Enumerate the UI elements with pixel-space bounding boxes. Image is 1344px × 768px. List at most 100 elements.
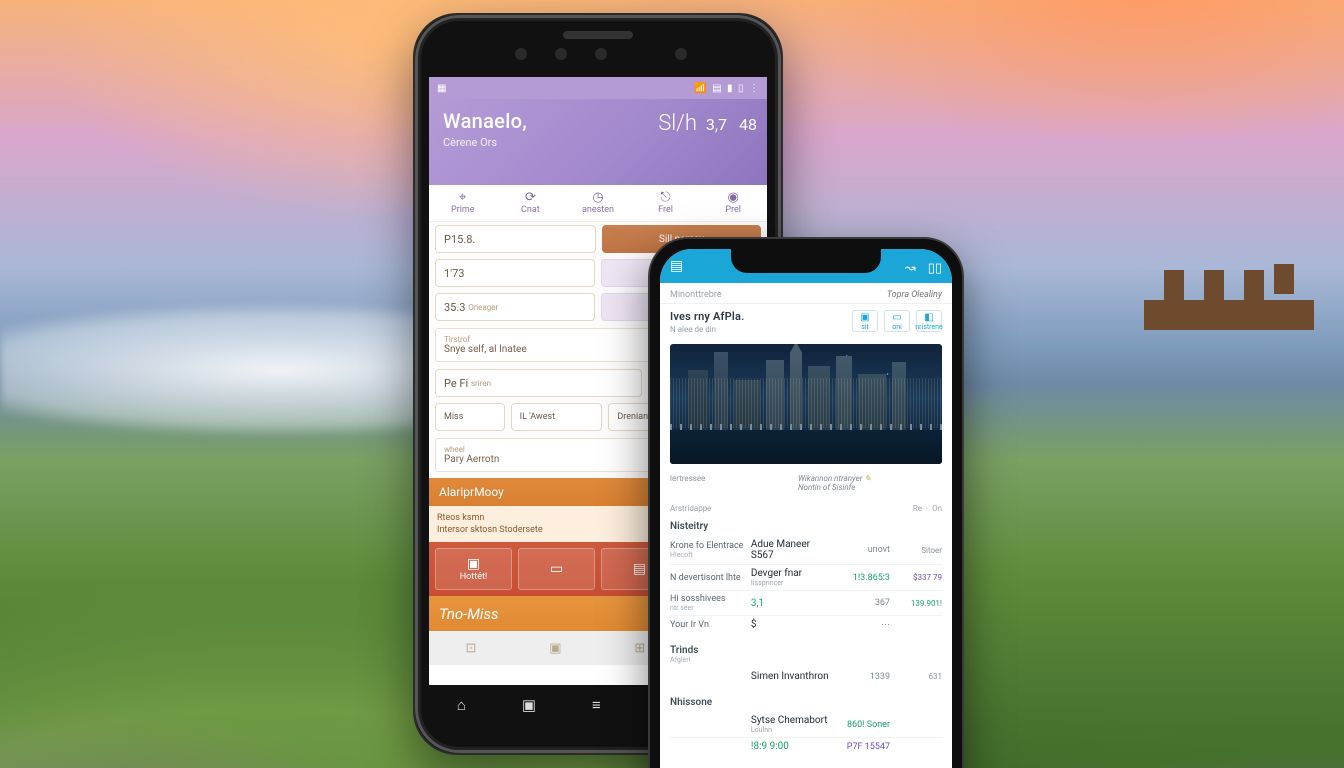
quick-icon-1[interactable]: ⊡ [465, 641, 476, 656]
section-3-title: Nhissone [660, 691, 952, 710]
l1r1-r2: $337 79 [896, 573, 942, 582]
hdr-b: On [932, 504, 942, 513]
l1r2-lab-s: ntr seer [670, 604, 745, 612]
nav-1[interactable]: ▣ [522, 696, 536, 714]
l1r1-mid: Devger fnarIissprincer [751, 568, 832, 587]
phone-left-cameras [515, 48, 527, 60]
tri-1[interactable]: Miss [435, 403, 505, 431]
input-r3a[interactable]: 35.3 Oneager [435, 293, 595, 321]
tab-4-label: Prel [725, 205, 741, 215]
l3r1-r1: P7F 15547 [838, 742, 890, 752]
section-1-title: Nisteitry [660, 515, 952, 534]
darkrow-l1: Rteos ksmn [437, 513, 484, 523]
header-subtitle: Cèrene Ors [443, 136, 753, 149]
tab-4-icon: ◉ [699, 190, 767, 205]
topbar-share-icon[interactable]: ↝ [905, 261, 916, 276]
phone-right-notch [731, 249, 881, 273]
list3-row-1[interactable]: !8:9 9:00 P7F 15547 [670, 737, 942, 755]
tile-0[interactable]: ▣Hottét! [435, 548, 512, 590]
list2-row-0[interactable]: Simen Invanthron 1339 631 [670, 668, 942, 685]
input-r1a[interactable]: P15.8. [435, 225, 596, 253]
caption-left: lertressee [670, 474, 790, 492]
pill-1[interactable]: ▭oni [884, 310, 910, 332]
hero-image[interactable] [670, 344, 942, 464]
nav-0[interactable]: ⌂ [457, 696, 466, 714]
meta-row: Ives rny AfPla. N alee de din ▣sit ▭oni … [660, 304, 952, 340]
tab-0[interactable]: ⌖Prime [429, 185, 497, 221]
list1-row-0[interactable]: Krone fo ElentraceHlecoft Adue Maneer S5… [670, 536, 942, 564]
phone-right: ▤ ⟳ ↝ ▯▯ Minonttrebre Topra Olealiny Ive… [648, 237, 964, 768]
input-r2a[interactable]: 1'73 [435, 259, 595, 287]
l2r0-r2: 631 [896, 672, 942, 681]
edit-icon[interactable]: ✎ [864, 474, 871, 483]
l2r0-r1: 1339 [838, 672, 890, 682]
header-num2: 48 [739, 115, 757, 134]
battery-icon-1: ▮ [727, 83, 733, 94]
tab-3[interactable]: ⎋Frel [632, 185, 700, 221]
pill-0-label: sit [861, 323, 869, 331]
list1-row-2[interactable]: Hi sosshiveesntr seer 3,1 367 139.901! [670, 590, 942, 615]
l1r0-lab-s: Hlecoft [670, 551, 745, 559]
tab-0-label: Prime [451, 205, 475, 215]
caption-right: Wikannon ntranyer ✎ Nontin of Sisinfe [798, 474, 942, 492]
pill-2-icon: ◧ [924, 312, 933, 323]
tab-2[interactable]: ◷anesten [564, 185, 632, 221]
input-r5a-value: Pe Fi [444, 377, 468, 390]
tile-0-label: Hottét! [460, 572, 487, 582]
pill-2[interactable]: ◧nristrene [916, 310, 942, 332]
l1r0-mid: Adue Maneer S567 [751, 539, 832, 561]
quick-icon-2[interactable]: ▣ [549, 641, 561, 656]
l1r1-lab: N devertisont lhte [670, 573, 745, 583]
footer-label: Tno-Miss [439, 605, 499, 623]
topbar-battery-icon: ▯▯ [928, 261, 942, 276]
l1r2-lab: Hi sosshiveesntr seer [670, 594, 745, 612]
hero-caption: lertressee Wikannon ntranyer ✎ Nontin of… [660, 470, 952, 498]
header-numbers: 3,7 48 [706, 115, 757, 134]
tab-0-icon: ⌖ [429, 190, 497, 205]
l1r3-r1: ⋯ [838, 620, 890, 630]
input-r3a-sub: Oneager [468, 303, 498, 312]
tri-2[interactable]: IL 'Awest [511, 403, 603, 431]
card-r4-sub: Snye self, al Inatee [444, 344, 527, 355]
tab-2-label: anesten [582, 205, 614, 215]
list-1: Krone fo ElentraceHlecoft Adue Maneer S5… [660, 534, 952, 639]
status-left-icon: ▦ [437, 83, 446, 94]
l1r1-mid-t: Devger fnar [751, 568, 802, 579]
l1r0-lab-t: Krone fo Elentrace [670, 541, 743, 551]
topbar-right: ↝ ▯▯ [897, 257, 942, 276]
quick-icon-3[interactable]: ⊞ [634, 641, 645, 656]
header-num1: 3,7 [706, 115, 727, 134]
input-r2a-value: 1'73 [444, 267, 464, 280]
section-title: AlariprMooy [439, 485, 504, 499]
signal-icon: 📶 [694, 83, 706, 94]
caption-right-2: Nontin of Sisinfe [798, 483, 855, 492]
section-2-sub: Afglerl [670, 656, 942, 664]
tab-3-label: Frel [658, 205, 673, 215]
topbar-menu-icon[interactable]: ▤ [670, 258, 683, 274]
crumb-left: Minonttrebre [670, 290, 722, 300]
meta-text: Ives rny AfPla. N alee de din [670, 310, 844, 334]
list3-row-0[interactable]: Sytse ChemabortLoulnn 860! Soner [670, 712, 942, 737]
section-2-label: Trinds [670, 645, 698, 656]
l1r3-lab: Your Ir Vn [670, 620, 745, 630]
pill-0-icon: ▣ [860, 312, 869, 323]
tab-4[interactable]: ◉Prel [699, 185, 767, 221]
tab-1-icon: ⟳ [497, 190, 565, 205]
hero-water [670, 430, 942, 464]
tile-1-icon: ▭ [550, 561, 563, 577]
tab-1[interactable]: ⟳Cnat [497, 185, 565, 221]
input-r5a[interactable]: Pe Fi sriren [435, 369, 642, 397]
status-bar: ▦ 📶 ▤ ▮ ▯ ⋮ [429, 77, 767, 99]
meta-pills: ▣sit ▭oni ◧nristrene [852, 310, 942, 332]
page-title: Ives rny AfPla. [670, 310, 844, 323]
page-subtitle: N alee de din [670, 325, 844, 334]
pill-0[interactable]: ▣sit [852, 310, 878, 332]
l1r1-mid-s: Iissprincer [751, 579, 832, 587]
wifi-icon: ▤ [712, 83, 721, 94]
list1-row-3[interactable]: Your Ir Vn $ ⋯ [670, 615, 942, 633]
tile-1[interactable]: ▭ [518, 548, 595, 590]
phone-left-speaker [563, 31, 633, 39]
nav-2[interactable]: ≡ [592, 696, 601, 714]
card-r6-value: Pary Aerrotn [444, 454, 499, 465]
list1-row-1[interactable]: N devertisont lhte Devger fnarIissprince… [670, 564, 942, 590]
